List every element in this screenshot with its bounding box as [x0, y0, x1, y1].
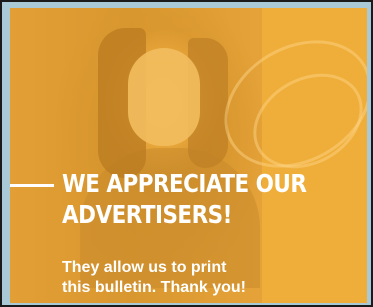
subtext-line-2: this bulletin. Thank you!	[62, 279, 246, 296]
thank-you-text: They allow us to print this bulletin. Th…	[62, 258, 362, 298]
headline-line-1: WE APPRECIATE OUR	[62, 169, 307, 198]
headline: WE APPRECIATE OUR ADVERTISERS!	[62, 168, 320, 230]
headline-line-2: ADVERTISERS!	[62, 200, 232, 229]
bulletin-frame: WE APPRECIATE OUR ADVERTISERS! They allo…	[0, 0, 373, 307]
advertiser-card: WE APPRECIATE OUR ADVERTISERS! They allo…	[10, 8, 367, 303]
accent-line	[10, 184, 54, 187]
subtext-line-1: They allow us to print	[62, 259, 227, 276]
